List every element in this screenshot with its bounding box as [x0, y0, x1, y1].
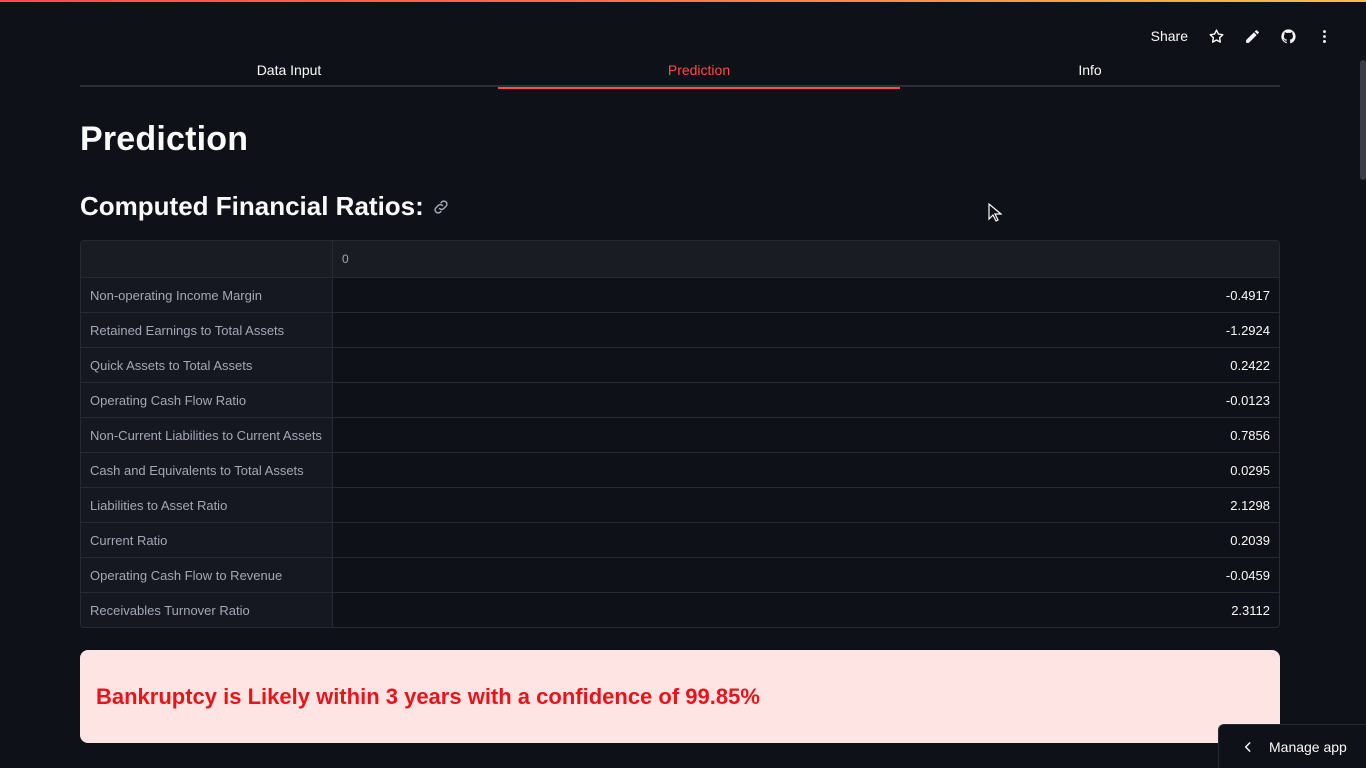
table-row: Quick Assets to Total Assets 0.2422 — [81, 347, 1279, 382]
row-label: Operating Cash Flow Ratio — [81, 383, 333, 417]
table-column-header[interactable]: 0 — [333, 241, 1279, 277]
tab-bar: Data Input Prediction Info — [80, 52, 1280, 89]
mouse-cursor-icon — [988, 203, 1002, 222]
page-scrollbar[interactable] — [1360, 60, 1366, 180]
share-button[interactable]: Share — [1141, 24, 1198, 48]
table-row: Liabilities to Asset Ratio 2.1298 — [81, 487, 1279, 522]
row-label: Non-operating Income Margin — [81, 278, 333, 312]
row-label: Cash and Equivalents to Total Assets — [81, 453, 333, 487]
page-title: Prediction — [80, 120, 249, 158]
table-row: Receivables Turnover Ratio 2.3112 — [81, 592, 1279, 627]
row-label: Retained Earnings to Total Assets — [81, 313, 333, 347]
table-header-row: 0 — [81, 241, 1279, 277]
star-icon[interactable] — [1198, 24, 1234, 48]
row-label: Operating Cash Flow to Revenue — [81, 558, 333, 592]
row-value: 2.1298 — [1230, 497, 1270, 513]
manage-app-button[interactable]: Manage app — [1218, 724, 1366, 768]
row-value: 2.3112 — [1231, 602, 1270, 618]
table-row: Current Ratio 0.2039 — [81, 522, 1279, 557]
tab-prediction[interactable]: Prediction — [498, 52, 900, 89]
row-label: Current Ratio — [81, 523, 333, 557]
top-decoration-bar — [0, 0, 1366, 2]
row-value: 0.2422 — [1230, 357, 1270, 373]
ratios-table[interactable]: 0 Non-operating Income Margin -0.4917 Re… — [80, 240, 1280, 628]
chevron-left-icon — [1244, 741, 1251, 752]
row-value: -0.0123 — [1225, 392, 1270, 408]
row-value: 0.7856 — [1230, 427, 1270, 443]
row-value: -0.0459 — [1225, 567, 1270, 583]
manage-app-label: Manage app — [1269, 738, 1347, 755]
prediction-alert-text: Bankruptcy is Likely within 3 years with… — [96, 683, 760, 709]
table-row: Operating Cash Flow Ratio -0.0123 — [81, 382, 1279, 417]
row-value: 0.2039 — [1230, 532, 1270, 548]
row-label: Non-Current Liabilities to Current Asset… — [81, 418, 333, 452]
row-value: -0.4917 — [1225, 287, 1270, 303]
tab-data-input[interactable]: Data Input — [80, 52, 498, 87]
row-label: Liabilities to Asset Ratio — [81, 488, 333, 522]
section-heading: Computed Financial Ratios: — [80, 191, 452, 222]
row-value: -1.2924 — [1225, 322, 1270, 338]
table-row: Cash and Equivalents to Total Assets 0.0… — [81, 452, 1279, 487]
table-row: Non-Current Liabilities to Current Asset… — [81, 417, 1279, 452]
prediction-alert: Bankruptcy is Likely within 3 years with… — [80, 650, 1280, 743]
row-label: Receivables Turnover Ratio — [81, 593, 333, 627]
section-heading-text: Computed Financial Ratios: — [80, 191, 424, 221]
header-actions: Share — [1141, 24, 1342, 48]
more-vertical-icon[interactable] — [1306, 24, 1342, 48]
tab-info[interactable]: Info — [900, 52, 1280, 87]
row-value: 0.0295 — [1230, 462, 1270, 478]
table-index-header — [81, 241, 333, 277]
pencil-icon[interactable] — [1234, 24, 1270, 48]
table-row: Retained Earnings to Total Assets -1.292… — [81, 312, 1279, 347]
github-icon[interactable] — [1270, 24, 1306, 48]
table-row: Non-operating Income Margin -0.4917 — [81, 277, 1279, 312]
link-icon[interactable] — [432, 197, 452, 217]
row-label: Quick Assets to Total Assets — [81, 348, 333, 382]
table-row: Operating Cash Flow to Revenue -0.0459 — [81, 557, 1279, 592]
